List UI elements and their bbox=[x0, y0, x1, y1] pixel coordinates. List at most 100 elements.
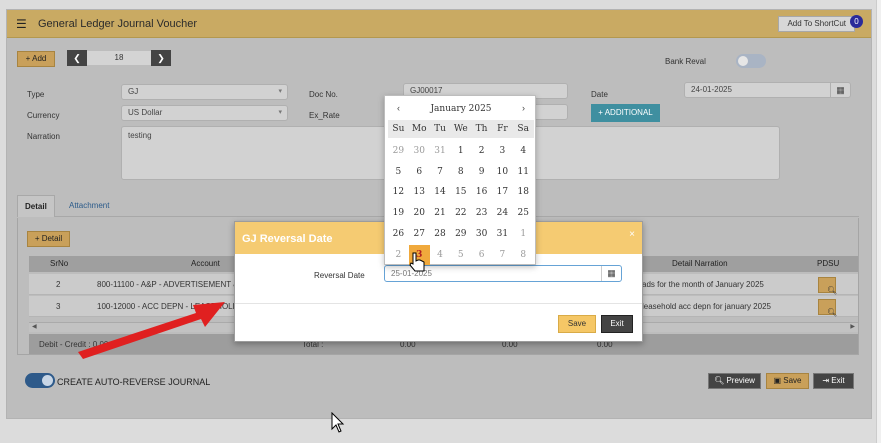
col-pdsu: PDSU bbox=[817, 259, 840, 268]
save-button[interactable]: ▣ Save bbox=[766, 373, 809, 389]
toggle-knob bbox=[738, 56, 748, 66]
calendar-day[interactable]: 25 bbox=[513, 203, 534, 223]
bank-reval-toggle[interactable] bbox=[736, 54, 766, 68]
preview-button[interactable]: 🔍︎ Preview bbox=[708, 373, 761, 389]
calendar-day[interactable]: 7 bbox=[492, 245, 513, 265]
calendar-day[interactable]: 5 bbox=[450, 245, 471, 265]
scroll-left-icon[interactable]: ◀ bbox=[32, 323, 37, 330]
dialog-exit-button[interactable]: Exit bbox=[601, 315, 633, 333]
calendar-day[interactable]: 23 bbox=[471, 203, 492, 223]
next-voucher-button[interactable]: ❯ bbox=[151, 50, 171, 66]
calendar-day[interactable]: 30 bbox=[471, 224, 492, 244]
calendar-day[interactable]: 16 bbox=[471, 182, 492, 202]
ex-rate-label: Ex_Rate bbox=[309, 111, 340, 120]
voucher-number-field[interactable]: 18 bbox=[87, 51, 151, 65]
tab-detail[interactable]: Detail bbox=[17, 195, 55, 217]
chevron-right-icon: ❯ bbox=[157, 53, 165, 63]
dialog-save-button[interactable]: Save bbox=[558, 315, 596, 333]
close-icon[interactable]: × bbox=[629, 229, 635, 240]
hamburger-menu-icon[interactable]: ☰ bbox=[16, 17, 27, 31]
calendar-day[interactable]: 13 bbox=[409, 182, 430, 202]
calendar-day[interactable]: 2 bbox=[388, 245, 409, 265]
doc-no-label: Doc No. bbox=[309, 90, 338, 99]
save-icon: ▣ bbox=[773, 376, 784, 385]
auto-reverse-toggle[interactable] bbox=[25, 373, 55, 388]
calendar-day[interactable]: 24 bbox=[492, 203, 513, 223]
calendar-icon[interactable]: ▦ bbox=[830, 83, 850, 97]
calendar-day[interactable]: 10 bbox=[492, 162, 513, 182]
calendar-day[interactable]: 26 bbox=[388, 224, 409, 244]
date-field[interactable]: 24-01-2025 ▦ bbox=[684, 82, 851, 98]
calendar-day[interactable]: 5 bbox=[388, 162, 409, 182]
calendar-day[interactable]: 31 bbox=[430, 141, 451, 161]
weekday-label: Sa bbox=[517, 124, 529, 134]
add-to-shortcut-button[interactable]: Add To ShortCut bbox=[778, 16, 855, 32]
calendar-day[interactable]: 20 bbox=[409, 203, 430, 223]
add-detail-button[interactable]: + Detail bbox=[27, 231, 70, 247]
calendar-icon[interactable]: ▦ bbox=[601, 266, 621, 281]
exit-button[interactable]: ⇥ Exit bbox=[813, 373, 854, 389]
calendar-day[interactable]: 29 bbox=[450, 224, 471, 244]
scroll-right-icon[interactable]: ▶ bbox=[850, 323, 855, 330]
calendar-day[interactable]: 8 bbox=[450, 162, 471, 182]
calendar-day[interactable]: 31 bbox=[492, 224, 513, 244]
type-select[interactable]: GJ ▾ bbox=[121, 84, 288, 100]
save-label: Save bbox=[783, 376, 802, 385]
prev-voucher-button[interactable]: ❮ bbox=[67, 50, 87, 66]
calendar-day[interactable]: 29 bbox=[388, 141, 409, 161]
dialog-title: GJ Reversal Date bbox=[242, 233, 333, 245]
calendar-day[interactable]: 8 bbox=[513, 245, 534, 265]
col-srno: SrNo bbox=[50, 259, 69, 268]
narration-label: Narration bbox=[27, 132, 60, 141]
additional-button[interactable]: + ADDITIONAL bbox=[591, 104, 660, 122]
row-view-button[interactable]: 🔍︎ bbox=[818, 277, 837, 295]
calendar-day[interactable]: 21 bbox=[430, 203, 451, 223]
calendar-day[interactable]: 17 bbox=[492, 182, 513, 202]
calendar-day[interactable]: 19 bbox=[388, 203, 409, 223]
calendar-day[interactable]: 1 bbox=[513, 224, 534, 244]
calendar-day[interactable]: 30 bbox=[409, 141, 430, 161]
weekday-label: Fr bbox=[497, 124, 508, 134]
window-titlebar: ☰ General Ledger Journal Voucher Add To … bbox=[7, 10, 871, 38]
type-label: Type bbox=[27, 90, 45, 99]
calendar-day[interactable]: 1 bbox=[450, 141, 471, 161]
auto-reverse-label: CREATE AUTO-REVERSE JOURNAL bbox=[57, 377, 211, 387]
row-view-button[interactable]: 🔍︎ bbox=[818, 299, 837, 317]
calendar-day[interactable]: 3 bbox=[492, 141, 513, 161]
currency-select[interactable]: US Dollar ▾ bbox=[121, 105, 288, 121]
calendar-day[interactable]: 6 bbox=[471, 245, 492, 265]
currency-value: US Dollar bbox=[128, 108, 163, 117]
calendar-day[interactable]: 4 bbox=[513, 141, 534, 161]
tab-attachment[interactable]: Attachment bbox=[62, 195, 116, 217]
calendar-day[interactable]: 2 bbox=[471, 141, 492, 161]
add-voucher-button[interactable]: + Add bbox=[17, 51, 55, 67]
calendar-day[interactable]: 11 bbox=[513, 162, 534, 182]
weekday-label: Th bbox=[475, 124, 488, 134]
chevron-down-icon: ▾ bbox=[278, 88, 282, 95]
calendar-day[interactable]: 6 bbox=[409, 162, 430, 182]
reversal-date-label: Reversal Date bbox=[314, 271, 365, 280]
weekday-label: Su bbox=[392, 124, 405, 134]
calendar-day[interactable]: 28 bbox=[430, 224, 451, 244]
row-srno: 2 bbox=[56, 280, 61, 289]
calendar-day[interactable]: 9 bbox=[471, 162, 492, 182]
calendar-day[interactable]: 27 bbox=[409, 224, 430, 244]
hand-cursor-icon bbox=[409, 252, 425, 272]
date-value: 24-01-2025 bbox=[691, 85, 732, 94]
search-icon: 🔍︎ bbox=[714, 376, 727, 385]
calendar-day[interactable]: 12 bbox=[388, 182, 409, 202]
magnifier-icon: 🔍︎ bbox=[827, 308, 838, 317]
weekday-label: We bbox=[453, 124, 468, 134]
month-title[interactable]: January 2025 bbox=[388, 104, 534, 114]
calendar-day[interactable]: 4 bbox=[430, 245, 451, 265]
row-srno: 3 bbox=[56, 302, 61, 311]
next-month-icon[interactable]: › bbox=[522, 103, 525, 113]
shortcut-count-badge: 0 bbox=[850, 15, 863, 28]
date-picker-header: ‹ January 2025 › bbox=[388, 99, 534, 119]
calendar-day[interactable]: 22 bbox=[450, 203, 471, 223]
calendar-day[interactable]: 14 bbox=[430, 182, 451, 202]
weekday-header: Su Mo Tu We Th Fr Sa bbox=[388, 120, 534, 138]
calendar-day[interactable]: 15 bbox=[450, 182, 471, 202]
calendar-day[interactable]: 7 bbox=[430, 162, 451, 182]
calendar-day[interactable]: 18 bbox=[513, 182, 534, 202]
